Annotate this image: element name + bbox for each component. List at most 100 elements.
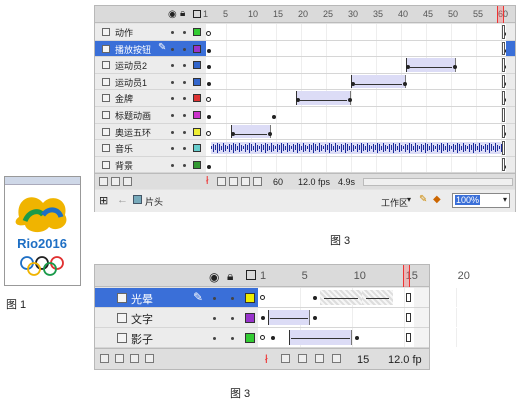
frame-track[interactable] [206, 123, 506, 140]
frame-ruler[interactable]: 1 5 10 15 20 25 30 35 40 45 50 55 60 [203, 6, 515, 23]
frame-track[interactable] [206, 73, 506, 90]
audio-waveform[interactable] [211, 142, 502, 154]
onion-markers-button[interactable] [253, 177, 262, 186]
lock-dot[interactable] [183, 80, 186, 84]
visibility-dot[interactable] [171, 31, 174, 34]
edit-scene-icon[interactable]: ✎ [419, 194, 427, 205]
layer-color-swatch[interactable] [245, 293, 255, 303]
layer-row[interactable]: 运动员2 [95, 57, 515, 74]
zoom-select[interactable]: 100% ▾ [452, 193, 510, 208]
add-folder-button[interactable] [111, 177, 120, 186]
layer-name[interactable]: 音乐 [115, 142, 133, 155]
keyframe[interactable] [268, 131, 272, 136]
layer-color-swatch[interactable] [193, 61, 201, 70]
outline-icon[interactable] [246, 270, 256, 280]
frame-track[interactable] [206, 57, 506, 73]
frame-track[interactable] [258, 288, 457, 307]
keyframe[interactable] [206, 115, 211, 119]
frame-track[interactable] [258, 328, 457, 347]
keyframe[interactable] [206, 48, 211, 53]
layer-row[interactable]: 文字 [95, 308, 457, 328]
onion-skin-button[interactable] [217, 177, 226, 186]
keyframe[interactable] [206, 164, 211, 169]
lock-dot[interactable] [231, 317, 234, 320]
edit-multiple-button[interactable] [241, 177, 250, 186]
lock-dot[interactable] [183, 163, 186, 167]
frame-track[interactable] [206, 40, 506, 57]
layer-row[interactable]: 金牌 [95, 90, 515, 107]
onion-outline-button[interactable] [229, 177, 238, 186]
layer-name[interactable]: 文字 [131, 311, 153, 327]
back-arrow-icon[interactable]: ← [117, 194, 128, 206]
layer-row[interactable]: 运动员1 [95, 73, 515, 91]
frame-track[interactable] [206, 90, 506, 106]
layer-name[interactable]: 奥运五环 [115, 126, 151, 139]
keyframe[interactable] [354, 336, 359, 340]
visibility-dot[interactable] [213, 337, 216, 340]
onion-markers-button[interactable] [332, 354, 341, 363]
workspace-menu[interactable]: 工作区 [381, 196, 408, 209]
edit-symbol-icon[interactable]: ◆ [433, 194, 441, 205]
end-frame[interactable] [405, 333, 411, 342]
layer-name[interactable]: 背景 [115, 159, 133, 172]
lock-dot[interactable] [183, 47, 186, 51]
new-layer-button[interactable] [99, 177, 108, 186]
layer-color-swatch[interactable] [193, 160, 201, 169]
layer-color-swatch[interactable] [193, 144, 201, 153]
visibility-dot[interactable] [171, 147, 174, 151]
keyframe[interactable] [313, 316, 317, 320]
layer-row[interactable]: 光晕 ✎ [95, 288, 457, 308]
lock-dot[interactable] [183, 31, 186, 34]
zoom-chevron-icon[interactable]: ▾ [503, 195, 507, 204]
frame-ruler[interactable]: 1 5 10 15 20 [258, 265, 470, 287]
layer-row[interactable]: 音乐 [95, 140, 515, 157]
layer-color-swatch[interactable] [193, 94, 201, 103]
playhead-icon[interactable]: ł [206, 175, 208, 187]
playhead[interactable] [497, 6, 504, 23]
layer-row[interactable]: 动作 [95, 24, 515, 41]
tween-span[interactable] [351, 74, 406, 89]
keyframe[interactable] [271, 336, 276, 340]
lock-icon[interactable]: 🔒︎ [180, 8, 185, 19]
chevron-down-icon[interactable]: ▾ [407, 195, 411, 204]
lock-icon[interactable]: 🔒︎ [227, 269, 233, 284]
new-layer-button[interactable] [100, 354, 109, 363]
layer-row[interactable]: 奥运五环 [95, 123, 515, 141]
visibility-dot[interactable] [213, 297, 216, 300]
lock-dot[interactable] [183, 147, 186, 151]
layer-name[interactable]: 影子 [131, 331, 153, 347]
delete-layer-button[interactable] [145, 354, 154, 363]
layer-color-swatch[interactable] [193, 44, 201, 53]
visibility-dot[interactable] [213, 317, 216, 320]
layer-row[interactable]: 标题动画 [95, 107, 515, 124]
frame-track[interactable] [206, 24, 506, 40]
frame-track[interactable] [206, 140, 506, 156]
keyframe[interactable] [261, 316, 265, 320]
layer-row[interactable]: 影子 [95, 328, 457, 348]
lock-dot[interactable] [231, 297, 234, 300]
stage-icon[interactable]: ⊞ [99, 194, 108, 207]
visibility-dot[interactable] [171, 97, 174, 101]
edit-multiple-button[interactable] [315, 354, 324, 363]
empty-keyframe[interactable] [206, 97, 211, 103]
layer-color-swatch[interactable] [245, 333, 255, 343]
layer-color-swatch[interactable] [193, 111, 201, 119]
visibility-dot[interactable] [171, 130, 174, 134]
keyframe[interactable] [453, 65, 457, 70]
layer-color-swatch[interactable] [193, 77, 201, 86]
visibility-dot[interactable] [171, 80, 174, 84]
eye-icon[interactable]: ◉ [168, 9, 177, 20]
end-frame[interactable] [405, 293, 411, 302]
keyframe[interactable] [271, 115, 276, 119]
frame-track[interactable] [206, 156, 506, 173]
empty-keyframe[interactable] [260, 295, 265, 300]
layer-row[interactable]: 播放按钮 ✎ [95, 40, 515, 58]
playhead[interactable] [402, 265, 410, 287]
layer-row[interactable]: 背景 [95, 156, 515, 174]
onion-outline-button[interactable] [298, 354, 307, 363]
tween-span[interactable] [231, 124, 271, 139]
visibility-dot[interactable] [171, 114, 174, 117]
layer-color-swatch[interactable] [193, 127, 201, 136]
keyframe[interactable] [313, 296, 317, 300]
lock-dot[interactable] [183, 64, 186, 68]
